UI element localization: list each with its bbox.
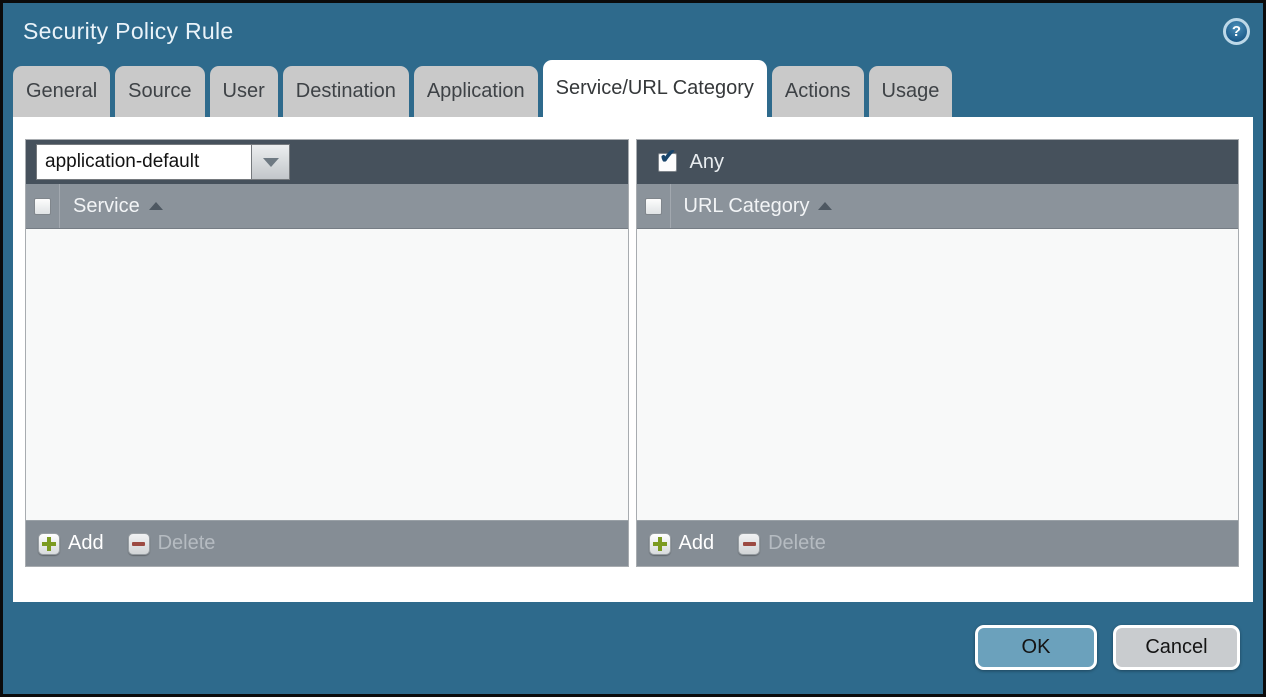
service-type-dropdown-button[interactable] <box>252 144 290 180</box>
service-type-input[interactable] <box>36 144 252 180</box>
help-icon[interactable]: ? <box>1223 18 1250 45</box>
url-category-column-label: URL Category <box>684 195 810 218</box>
service-add-button[interactable]: Add <box>38 532 104 555</box>
delete-button-label: Delete <box>158 532 216 555</box>
url-category-panel: ✔ Any ✔ URL Category Add <box>636 139 1240 567</box>
service-type-combo <box>36 144 290 180</box>
sort-asc-icon <box>149 202 163 210</box>
tab-bar: GeneralSourceUserDestinationApplicationS… <box>3 60 1263 117</box>
dialog-title: Security Policy Rule <box>23 18 234 45</box>
delete-minus-icon <box>128 533 150 555</box>
add-plus-icon <box>38 533 60 555</box>
tab-general[interactable]: General <box>13 66 110 117</box>
dialog-content: ✔ Service Add Delete <box>13 117 1253 602</box>
cancel-button[interactable]: Cancel <box>1113 625 1240 670</box>
service-panel-topbar <box>26 140 628 184</box>
tab-user[interactable]: User <box>210 66 278 117</box>
service-list-body <box>26 229 628 520</box>
service-select-all-cell: ✔ <box>26 184 60 228</box>
add-plus-icon <box>649 533 671 555</box>
tab-source[interactable]: Source <box>115 66 204 117</box>
url-category-panel-footer: Add Delete <box>637 520 1239 566</box>
service-table-header: ✔ Service <box>26 184 628 229</box>
service-column-header[interactable]: Service <box>73 195 163 218</box>
tab-service-url-category[interactable]: Service/URL Category <box>543 60 767 117</box>
any-row: ✔ Any <box>647 151 724 174</box>
add-button-label: Add <box>679 532 715 555</box>
url-category-panel-topbar: ✔ Any <box>637 140 1239 184</box>
url-category-column-header[interactable]: URL Category <box>684 195 833 218</box>
url-category-select-all-checkbox[interactable]: ✔ <box>645 198 662 215</box>
url-category-delete-button[interactable]: Delete <box>738 532 826 555</box>
tab-usage[interactable]: Usage <box>869 66 953 117</box>
service-column-label: Service <box>73 195 140 218</box>
dialog-action-bar: OK Cancel <box>3 602 1263 693</box>
service-delete-button[interactable]: Delete <box>128 532 216 555</box>
tab-destination[interactable]: Destination <box>283 66 409 117</box>
url-category-add-button[interactable]: Add <box>649 532 715 555</box>
sort-asc-icon <box>818 202 832 210</box>
service-select-all-checkbox[interactable]: ✔ <box>34 198 51 215</box>
chevron-down-icon <box>263 158 279 167</box>
tab-application[interactable]: Application <box>414 66 538 117</box>
url-category-list-body <box>637 229 1239 520</box>
tab-actions[interactable]: Actions <box>772 66 864 117</box>
url-category-select-all-cell: ✔ <box>637 184 671 228</box>
any-label: Any <box>690 151 724 174</box>
url-category-table-header: ✔ URL Category <box>637 184 1239 229</box>
service-panel-footer: Add Delete <box>26 520 628 566</box>
delete-button-label: Delete <box>768 532 826 555</box>
ok-button[interactable]: OK <box>975 625 1097 670</box>
titlebar: Security Policy Rule ? <box>3 3 1263 60</box>
service-panel: ✔ Service Add Delete <box>25 139 629 567</box>
add-button-label: Add <box>68 532 104 555</box>
any-checkbox[interactable]: ✔ <box>658 153 677 172</box>
delete-minus-icon <box>738 533 760 555</box>
security-policy-rule-dialog: Security Policy Rule ? GeneralSourceUser… <box>0 0 1266 697</box>
